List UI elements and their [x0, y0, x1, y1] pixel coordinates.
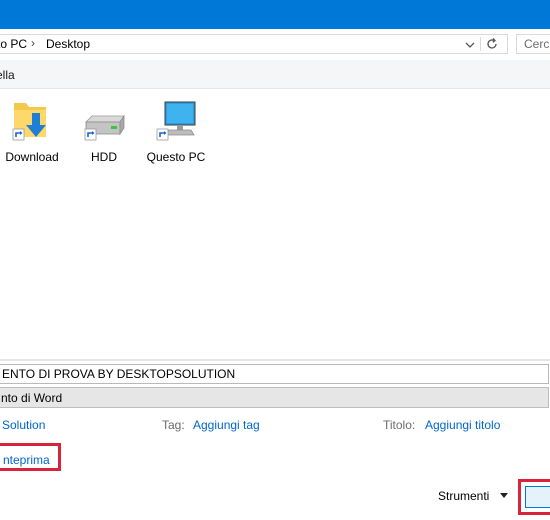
file-pane: Download HDD Questo PC: [0, 89, 550, 359]
address-divider: [480, 37, 481, 51]
file-label: Download: [5, 150, 59, 164]
computer-icon: [156, 101, 196, 141]
save-type-value: nto di Word: [1, 391, 63, 405]
chevron-down-icon[interactable]: [463, 38, 477, 52]
search-box[interactable]: [516, 34, 550, 54]
file-label: HDD: [91, 150, 117, 164]
file-label: Questo PC: [146, 150, 206, 164]
new-folder-button[interactable]: ella: [0, 68, 15, 82]
save-preview-checkbox-label[interactable]: nteprima: [3, 453, 50, 467]
address-row: to PC › Desktop: [0, 29, 550, 60]
pane-divider[interactable]: [0, 359, 550, 361]
filename-field[interactable]: [0, 364, 549, 384]
filename-input[interactable]: [0, 365, 542, 383]
search-input[interactable]: [517, 35, 550, 52]
refresh-icon[interactable]: [485, 37, 499, 51]
author-value[interactable]: Solution: [2, 418, 45, 432]
address-bar[interactable]: to PC › Desktop: [0, 34, 508, 54]
title-value[interactable]: Aggiungi titolo: [425, 418, 500, 432]
caret-down-icon[interactable]: [500, 493, 508, 498]
tags-label: Tag:: [162, 418, 185, 432]
highlight-box: nteprima: [0, 443, 61, 471]
title-bar: [0, 0, 550, 29]
title-label: Titolo:: [383, 418, 416, 432]
breadcrumb-this-pc[interactable]: to PC: [0, 37, 27, 51]
drive-icon: [84, 114, 125, 141]
file-item-this-pc[interactable]: Questo PC: [136, 97, 216, 167]
save-type-select[interactable]: nto di Word: [0, 387, 549, 408]
highlight-box: [518, 479, 550, 515]
download-folder-icon: [12, 103, 46, 141]
breadcrumb-desktop[interactable]: Desktop: [46, 37, 90, 51]
command-bar: ella: [0, 60, 550, 89]
breadcrumb-separator: ›: [31, 36, 35, 50]
file-item-hdd[interactable]: HDD: [64, 97, 144, 167]
tags-value[interactable]: Aggiungi tag: [193, 418, 260, 432]
file-item-download[interactable]: Download: [0, 97, 72, 167]
save-button[interactable]: [525, 486, 550, 508]
tools-button[interactable]: Strumenti: [438, 489, 489, 503]
